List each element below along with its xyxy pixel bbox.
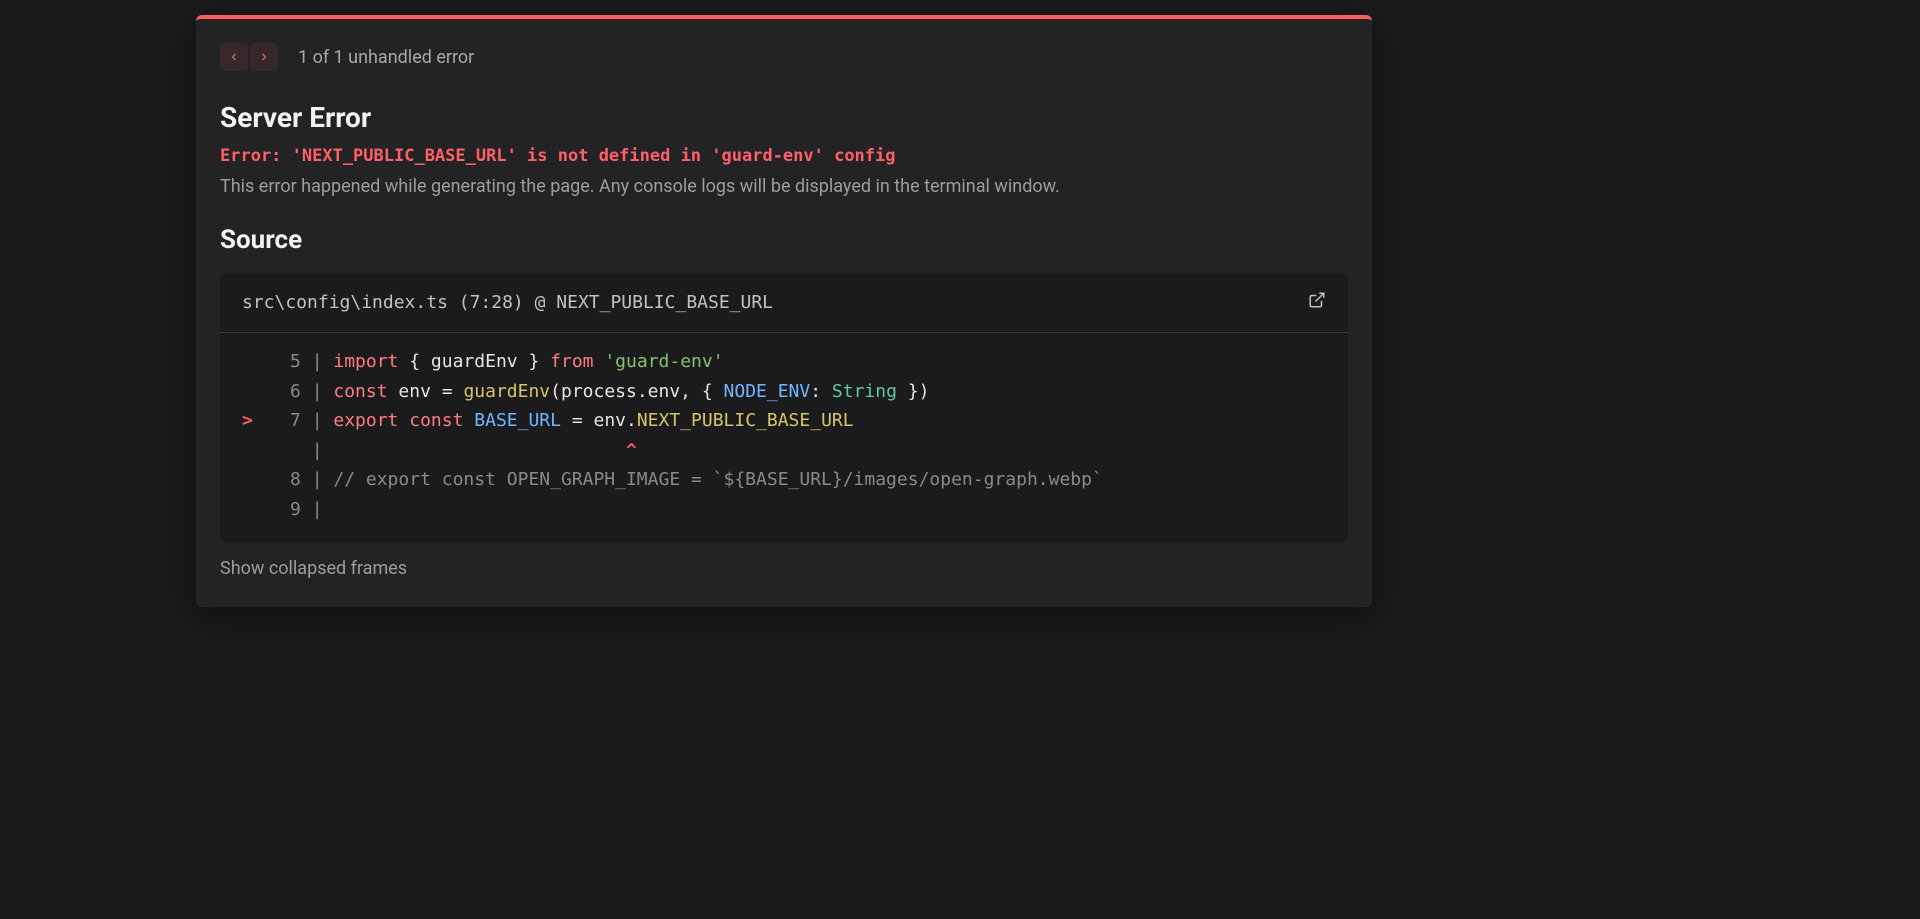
error-title: Server Error: [220, 101, 1348, 134]
error-counter: 1 of 1 unhandled error: [298, 47, 474, 68]
error-nav-row: 1 of 1 unhandled error: [220, 43, 1348, 71]
code-frame: src\config\index.ts (7:28) @ NEXT_PUBLIC…: [220, 273, 1348, 542]
open-in-editor-button[interactable]: [1308, 291, 1326, 314]
next-error-button[interactable]: [250, 43, 278, 71]
code-frame-header: src\config\index.ts (7:28) @ NEXT_PUBLIC…: [220, 273, 1348, 333]
overlay-inner: 1 of 1 unhandled error Server Error Erro…: [196, 43, 1372, 579]
external-link-icon: [1308, 291, 1326, 314]
error-nav-buttons: [220, 43, 278, 71]
error-overlay: 1 of 1 unhandled error Server Error Erro…: [196, 15, 1372, 607]
chevron-right-icon: [258, 48, 270, 67]
prev-error-button[interactable]: [220, 43, 248, 71]
error-message: Error: 'NEXT_PUBLIC_BASE_URL' is not def…: [220, 146, 1348, 166]
chevron-left-icon: [228, 48, 240, 67]
error-description: This error happened while generating the…: [220, 176, 1348, 197]
source-file-location: src\config\index.ts (7:28) @ NEXT_PUBLIC…: [242, 292, 773, 313]
show-collapsed-frames-link[interactable]: Show collapsed frames: [220, 558, 1348, 579]
source-heading: Source: [220, 225, 1348, 255]
code-body: 5 | import { guardEnv } from 'guard-env'…: [220, 333, 1348, 542]
